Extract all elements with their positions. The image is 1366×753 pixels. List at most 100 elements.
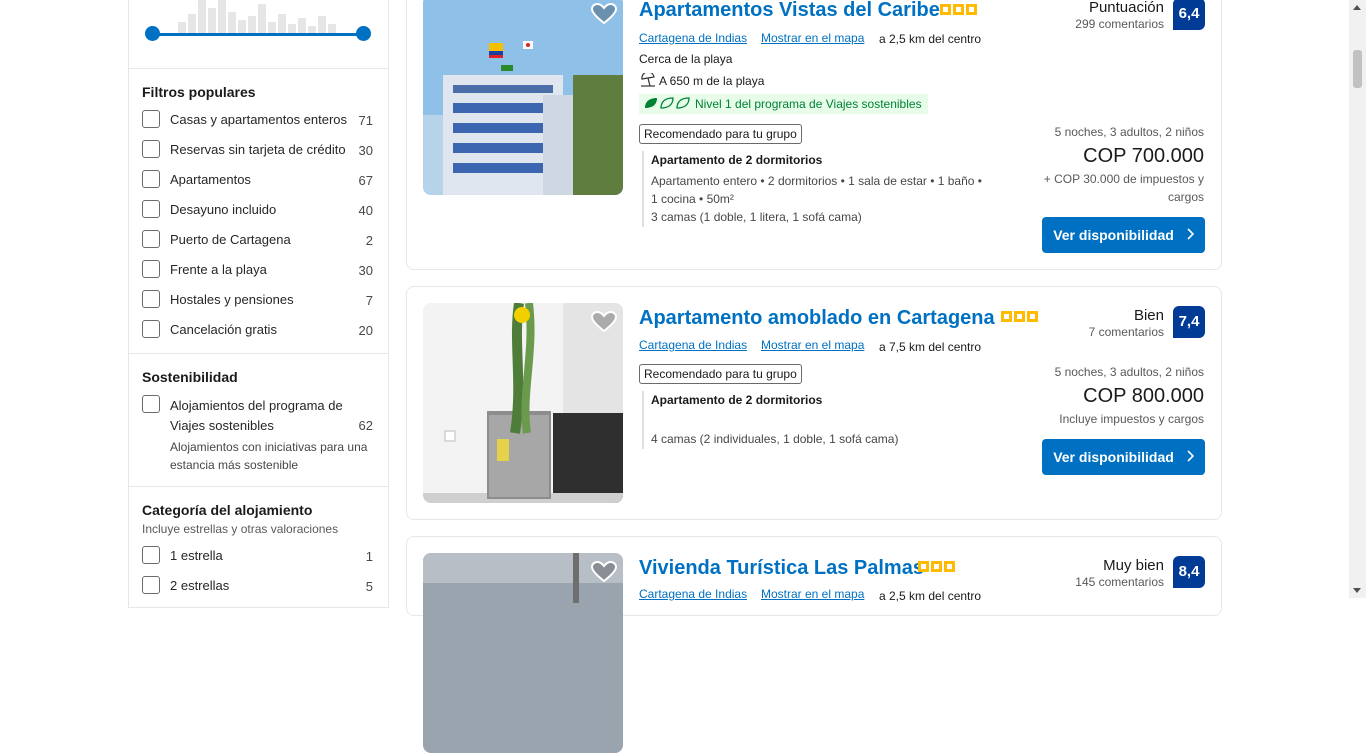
heart-icon[interactable] — [590, 560, 618, 583]
price-slider-max-handle[interactable] — [356, 26, 371, 41]
show-on-map-link[interactable]: Mostrar en el mapa — [761, 338, 864, 352]
checkbox[interactable] — [142, 395, 160, 413]
property-photo[interactable] — [423, 0, 623, 195]
filter-label: Reservas sin tarjeta de crédito — [170, 142, 346, 157]
filter-count: 30 — [358, 143, 373, 158]
filter-label: Hostales y pensiones — [170, 292, 294, 307]
popular-filters-title: Filtros populares — [142, 84, 256, 100]
filter-label: Puerto de Cartagena — [170, 232, 291, 247]
score-label: Bien — [1133, 307, 1164, 324]
review-score-badge[interactable]: 6,4 — [1173, 0, 1205, 30]
sustainability-label: Nivel 1 del programa de Viajes sostenibl… — [695, 97, 922, 111]
reviews-count: 7 comentarios — [1088, 325, 1164, 339]
star-rating-icon — [940, 4, 977, 15]
show-on-map-link[interactable]: Mostrar en el mapa — [761, 587, 864, 601]
show-on-map-link[interactable]: Mostrar en el mapa — [761, 31, 864, 45]
property-category-title: Categoría del alojamiento — [142, 502, 313, 518]
star-rating-icon — [918, 561, 955, 572]
see-availability-button[interactable]: Ver disponibilidad — [1042, 217, 1205, 253]
price: COP 700.000 — [1083, 145, 1204, 167]
room-divider — [642, 391, 644, 449]
stay-summary: 5 noches, 3 adultos, 2 niños — [1054, 125, 1204, 139]
property-title[interactable]: Vivienda Turística Las Palmas — [639, 557, 924, 580]
room-details: Apartamento entero • 2 dormitorios • 1 s… — [651, 174, 982, 224]
filter-label: Casas y apartamentos enteros — [170, 112, 348, 127]
room-divider — [642, 151, 644, 227]
reviews-count: 299 comentarios — [1075, 17, 1164, 31]
see-availability-button[interactable]: Ver disponibilidad — [1042, 439, 1205, 475]
checkbox[interactable] — [142, 546, 160, 564]
scrollbar-thumb[interactable] — [1353, 50, 1362, 88]
filter-label: Desayuno incluido — [170, 202, 277, 217]
filter-count: 30 — [358, 263, 373, 278]
price-slider-track[interactable] — [152, 33, 363, 36]
checkbox[interactable] — [142, 320, 160, 338]
filter-label: 2 estrellas — [170, 578, 230, 593]
filter-entire-homes[interactable]: Casas y apartamentos enteros 71 — [142, 110, 374, 132]
recommended-badge: Recomendado para tu grupo — [639, 364, 802, 384]
checkbox[interactable] — [142, 290, 160, 308]
filter-1-star[interactable]: 1 estrella 1 — [142, 546, 374, 568]
scroll-down-arrow-icon[interactable] — [1353, 588, 1361, 593]
location-link[interactable]: Cartagena de Indias — [639, 338, 747, 352]
checkbox[interactable] — [142, 230, 160, 248]
star-rating-icon — [1001, 311, 1038, 322]
distance-from-center: a 2,5 km del centro — [879, 32, 982, 46]
divider — [129, 486, 388, 487]
checkbox[interactable] — [142, 200, 160, 218]
filter-label: 1 estrella — [170, 548, 223, 563]
location-link[interactable]: Cartagena de Indias — [639, 587, 747, 601]
checkbox[interactable] — [142, 110, 160, 128]
property-title[interactable]: Apartamento amoblado en Cartagena — [639, 307, 995, 330]
distance-from-center: a 7,5 km del centro — [879, 340, 982, 354]
checkbox[interactable] — [142, 140, 160, 158]
taxes-info: Incluye impuestos y cargos — [1059, 412, 1204, 426]
beach-umbrella-icon — [640, 71, 656, 92]
location-link[interactable]: Cartagena de Indias — [639, 31, 747, 45]
filter-free-cancellation[interactable]: Cancelación gratis 20 — [142, 320, 374, 342]
heart-icon[interactable] — [590, 310, 618, 333]
review-score-badge[interactable]: 8,4 — [1173, 556, 1205, 588]
filter-beachfront[interactable]: Frente a la playa 30 — [142, 260, 374, 282]
chevron-right-icon — [1186, 227, 1194, 243]
filter-count: 2 — [365, 233, 373, 248]
checkbox[interactable] — [142, 260, 160, 278]
filter-2-stars[interactable]: 2 estrellas 5 — [142, 576, 374, 598]
filter-label: Frente a la playa — [170, 262, 267, 277]
filter-no-credit-card[interactable]: Reservas sin tarjeta de crédito 30 — [142, 140, 374, 162]
review-score-badge[interactable]: 7,4 — [1173, 306, 1205, 338]
filter-apartments[interactable]: Apartamentos 67 — [142, 170, 374, 192]
property-category-subtitle: Incluye estrellas y otras valoraciones — [142, 522, 339, 536]
filter-label: Alojamientos del programa de Viajes soste… — [170, 398, 343, 433]
filter-port-cartagena[interactable]: Puerto de Cartagena 2 — [142, 230, 374, 252]
scroll-up-arrow-icon[interactable] — [1353, 5, 1361, 10]
heart-icon[interactable] — [590, 2, 618, 25]
near-beach-label: Cerca de la playa — [639, 52, 733, 66]
stay-summary: 5 noches, 3 adultos, 2 niños — [1054, 365, 1204, 379]
divider — [129, 353, 388, 354]
filter-description: Alojamientos con iniciativas para una est… — [170, 440, 368, 472]
property-title[interactable]: Apartamentos Vistas del Caribe — [639, 0, 940, 22]
filter-count: 71 — [358, 113, 373, 128]
filter-sustainable-travel[interactable]: Alojamientos del programa de Viajes soste… — [142, 395, 374, 435]
filter-label: Cancelación gratis — [170, 322, 277, 337]
checkbox[interactable] — [142, 576, 160, 594]
filter-count: 67 — [358, 173, 373, 188]
price: COP 800.000 — [1083, 385, 1204, 407]
filter-count: 1 — [365, 549, 373, 564]
checkbox[interactable] — [142, 170, 160, 188]
chevron-right-icon — [1186, 449, 1194, 465]
recommended-badge: Recomendado para tu grupo — [639, 124, 802, 144]
filter-breakfast[interactable]: Desayuno incluido 40 — [142, 200, 374, 222]
taxes-info: + COP 30.000 de impuestos y cargos — [1043, 172, 1204, 204]
room-title: Apartamento de 2 dormitorios — [651, 153, 823, 167]
button-label: Ver disponibilidad — [1053, 227, 1174, 243]
page-scrollbar[interactable] — [1349, 0, 1366, 598]
reviews-count: 145 comentarios — [1075, 575, 1164, 589]
filter-count: 20 — [358, 323, 373, 338]
sustainability-title: Sostenibilidad — [142, 369, 238, 385]
score-label: Puntuación — [1088, 0, 1164, 16]
price-slider-min-handle[interactable] — [145, 26, 160, 41]
filter-hostels[interactable]: Hostales y pensiones 7 — [142, 290, 374, 312]
room-title: Apartamento de 2 dormitorios — [651, 393, 823, 407]
